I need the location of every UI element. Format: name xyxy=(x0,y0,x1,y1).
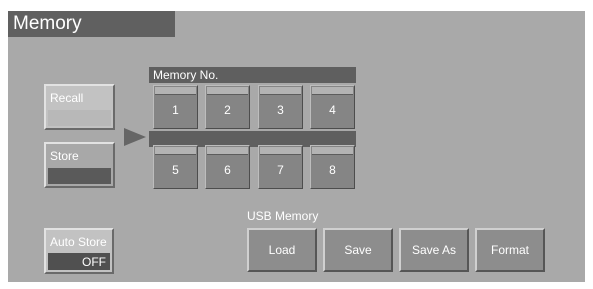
memory-slot-4-button[interactable]: 4 xyxy=(310,85,355,129)
usb-save-button[interactable]: Save xyxy=(323,228,393,272)
window-title: Memory xyxy=(13,13,82,34)
memory-slot-indicator xyxy=(207,147,248,155)
memory-slot-7-button[interactable]: 7 xyxy=(258,145,303,189)
memory-slot-8-button[interactable]: 8 xyxy=(310,145,355,189)
memory-slot-indicator xyxy=(155,147,196,155)
memory-slot-label: 2 xyxy=(224,103,231,117)
memory-slot-label: 3 xyxy=(277,103,284,117)
store-button[interactable]: Store xyxy=(44,142,115,188)
arrow-right-icon xyxy=(124,128,146,146)
recall-label: Recall xyxy=(50,91,84,105)
usb-format-button[interactable]: Format xyxy=(475,228,545,272)
auto-store-label: Auto Store xyxy=(50,235,107,249)
auto-store-button[interactable]: Auto Store OFF xyxy=(44,228,114,274)
memory-no-group: Memory No. 1 2 3 4 5 6 7 8 xyxy=(149,67,356,190)
recall-indicator xyxy=(48,110,111,126)
memory-slot-5-button[interactable]: 5 xyxy=(153,145,198,189)
memory-slot-label: 5 xyxy=(172,163,179,177)
memory-slot-1-button[interactable]: 1 xyxy=(153,85,198,129)
store-indicator xyxy=(48,168,111,184)
recall-button[interactable]: Recall xyxy=(44,84,115,130)
memory-slot-6-button[interactable]: 6 xyxy=(205,145,250,189)
memory-slot-label: 1 xyxy=(172,103,179,117)
memory-slot-indicator xyxy=(155,87,196,95)
memory-slot-label: 8 xyxy=(329,163,336,177)
memory-slot-indicator xyxy=(260,147,301,155)
usb-load-button[interactable]: Load xyxy=(247,228,317,272)
memory-slot-3-button[interactable]: 3 xyxy=(258,85,303,129)
usb-save-as-button[interactable]: Save As xyxy=(399,228,469,272)
usb-memory-title: USB Memory xyxy=(247,209,319,223)
memory-slot-label: 6 xyxy=(224,163,231,177)
memory-no-title: Memory No. xyxy=(153,68,219,82)
auto-store-value: OFF xyxy=(82,255,106,269)
memory-slot-2-button[interactable]: 2 xyxy=(205,85,250,129)
memory-slot-label: 7 xyxy=(277,163,284,177)
memory-slot-indicator xyxy=(207,87,248,95)
store-label: Store xyxy=(50,149,79,163)
memory-slot-label: 4 xyxy=(329,103,336,117)
memory-no-header: Memory No. xyxy=(149,67,356,83)
memory-slot-indicator xyxy=(312,87,353,95)
memory-slot-indicator xyxy=(312,147,353,155)
memory-slot-indicator xyxy=(260,87,301,95)
title-bar: Memory xyxy=(8,11,175,37)
